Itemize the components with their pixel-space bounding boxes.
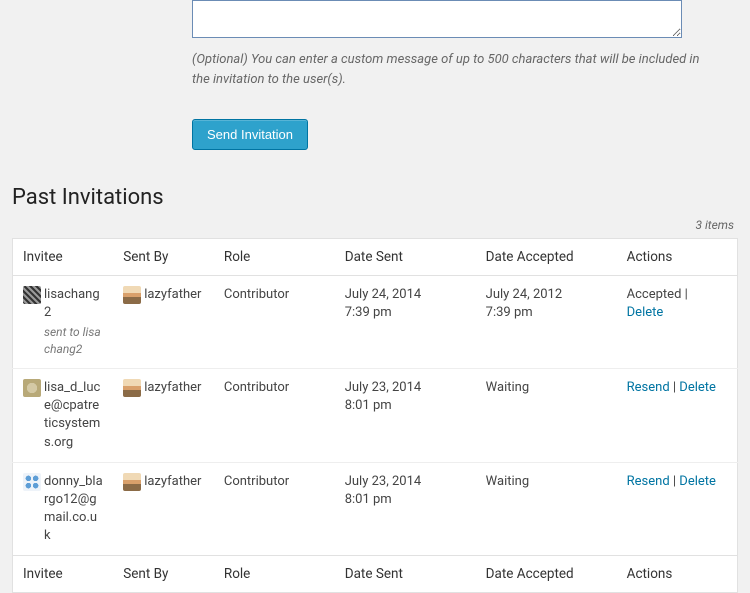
col-footer-invitee[interactable]: Invitee (13, 556, 114, 593)
col-footer-dateaccepted[interactable]: Date Accepted (476, 556, 617, 593)
sent-by-name: lazyfather (144, 286, 204, 304)
sender-avatar-icon (123, 286, 141, 304)
delete-link[interactable]: Delete (627, 305, 664, 320)
date-sent-line1: July 24, 2014 (345, 286, 466, 304)
role-value: Contributor (214, 276, 335, 369)
date-sent-line2: 8:01 pm (345, 397, 466, 415)
role-value: Contributor (214, 462, 335, 556)
past-invitations-table: Invitee Sent By Role Date Sent Date Acce… (12, 238, 738, 593)
resend-link[interactable]: Resend (627, 474, 670, 489)
date-sent-line1: July 23, 2014 (345, 473, 466, 491)
date-accepted-line1: July 24, 2012 (486, 286, 607, 304)
col-footer-sentby[interactable]: Sent By (113, 556, 214, 593)
table-row: lisa_d_luce@cpatreticsystems.org lazyfat… (13, 368, 738, 462)
col-header-datesent[interactable]: Date Sent (335, 239, 476, 276)
table-row: donny_blargo12@gmail.co.uk lazyfather Co… (13, 462, 738, 556)
date-accepted-line2: 7:39 pm (486, 304, 607, 322)
status-label: Accepted (627, 287, 682, 302)
sent-by-name: lazyfather (144, 473, 204, 491)
sent-to-label: sent to (44, 325, 80, 339)
custom-message-input[interactable] (192, 0, 682, 38)
invitee-avatar-icon (23, 379, 41, 397)
date-sent-line2: 7:39 pm (345, 304, 466, 322)
col-header-actions[interactable]: Actions (617, 239, 738, 276)
date-accepted-line1: Waiting (486, 379, 607, 397)
sender-avatar-icon (123, 473, 141, 491)
table-row: lisachang2 sent to lisachang2 lazyfather… (13, 276, 738, 369)
custom-message-hint: (Optional) You can enter a custom messag… (192, 50, 712, 89)
sent-by-name: lazyfather (144, 379, 204, 397)
col-footer-actions[interactable]: Actions (617, 556, 738, 593)
invitee-name: donny_blargo12@gmail.co.uk (44, 474, 103, 544)
role-value: Contributor (214, 368, 335, 462)
invitee-avatar-icon (23, 473, 41, 491)
invitee-avatar-icon (23, 286, 41, 304)
col-header-dateaccepted[interactable]: Date Accepted (476, 239, 617, 276)
col-footer-datesent[interactable]: Date Sent (335, 556, 476, 593)
col-footer-role[interactable]: Role (214, 556, 335, 593)
delete-link[interactable]: Delete (679, 380, 716, 395)
sender-avatar-icon (123, 379, 141, 397)
col-header-role[interactable]: Role (214, 239, 335, 276)
items-count: 3 items (12, 218, 738, 232)
send-invitation-button[interactable]: Send Invitation (192, 119, 308, 150)
delete-link[interactable]: Delete (679, 474, 716, 489)
col-header-invitee[interactable]: Invitee (13, 239, 114, 276)
past-invitations-heading: Past Invitations (12, 185, 738, 210)
date-accepted-line1: Waiting (486, 473, 607, 491)
invitee-name: lisachang2 (44, 287, 100, 320)
date-sent-line1: July 23, 2014 (345, 379, 466, 397)
resend-link[interactable]: Resend (627, 380, 670, 395)
col-header-sentby[interactable]: Sent By (113, 239, 214, 276)
invitee-name: lisa_d_luce@cpatreticsystems.org (44, 380, 100, 450)
date-sent-line2: 8:01 pm (345, 491, 466, 509)
